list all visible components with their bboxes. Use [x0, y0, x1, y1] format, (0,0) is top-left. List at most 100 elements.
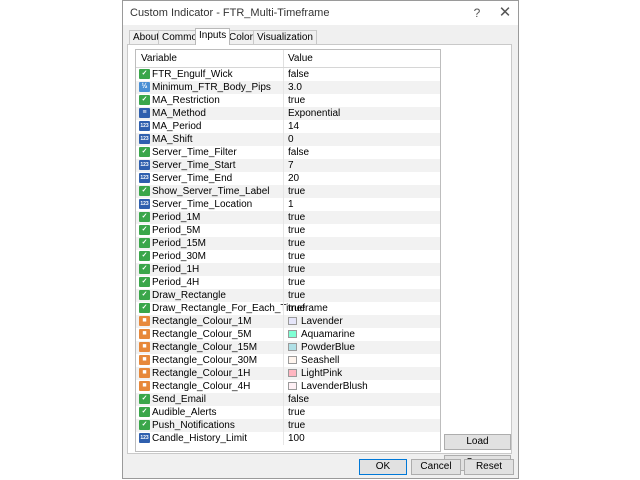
- title-bar: Custom Indicator - FTR_Multi-Timeframe ?…: [123, 1, 518, 25]
- param-row[interactable]: 123 Server_Time_End 20: [136, 172, 440, 185]
- param-row[interactable]: ■ Rectangle_Colour_1M Lavender: [136, 315, 440, 328]
- param-value[interactable]: true: [288, 186, 305, 197]
- param-row[interactable]: ■ Rectangle_Colour_5M Aquamarine: [136, 328, 440, 341]
- param-row[interactable]: ½ Minimum_FTR_Body_Pips 3.0: [136, 81, 440, 94]
- color-swatch[interactable]: [288, 317, 297, 325]
- cell-divider: [283, 393, 284, 406]
- param-row[interactable]: ✓ FTR_Engulf_Wick false: [136, 68, 440, 81]
- param-row[interactable]: ✓ MA_Restriction true: [136, 94, 440, 107]
- color-swatch[interactable]: [288, 356, 297, 364]
- param-row[interactable]: ■ Rectangle_Colour_1H LightPink: [136, 367, 440, 380]
- ok-button[interactable]: OK: [359, 459, 407, 475]
- param-row[interactable]: ✓ Send_Email false: [136, 393, 440, 406]
- param-row[interactable]: ■ Rectangle_Colour_30M Seashell: [136, 354, 440, 367]
- param-value[interactable]: LavenderBlush: [301, 381, 368, 392]
- param-row[interactable]: ■ Rectangle_Colour_4H LavenderBlush: [136, 380, 440, 393]
- param-row[interactable]: ✓ Period_4H true: [136, 276, 440, 289]
- param-value[interactable]: 3.0: [288, 82, 302, 93]
- cell-divider: [283, 354, 284, 367]
- close-button[interactable]: ✕: [493, 4, 517, 22]
- column-divider[interactable]: [283, 50, 284, 67]
- param-value[interactable]: false: [288, 147, 309, 158]
- color-swatch[interactable]: [288, 382, 297, 390]
- param-row[interactable]: ✓ Draw_Rectangle true: [136, 289, 440, 302]
- cell-divider: [283, 198, 284, 211]
- param-value[interactable]: 14: [288, 121, 299, 132]
- color-swatch[interactable]: [288, 330, 297, 338]
- cell-divider: [283, 133, 284, 146]
- cell-divider: [283, 81, 284, 94]
- param-row[interactable]: 123 Server_Time_Location 1: [136, 198, 440, 211]
- int-param-icon: 123: [139, 134, 150, 144]
- param-value[interactable]: true: [288, 420, 305, 431]
- param-value[interactable]: true: [288, 290, 305, 301]
- cell-divider: [283, 302, 284, 315]
- param-row[interactable]: 123 MA_Shift 0: [136, 133, 440, 146]
- load-button[interactable]: Load: [444, 434, 511, 450]
- param-value[interactable]: true: [288, 277, 305, 288]
- help-button[interactable]: ?: [465, 4, 489, 22]
- param-name: Audible_Alerts: [152, 407, 217, 418]
- column-header-variable[interactable]: Variable: [141, 53, 177, 64]
- param-value[interactable]: true: [288, 407, 305, 418]
- param-row[interactable]: ✓ Period_1M true: [136, 211, 440, 224]
- tab-visualization[interactable]: Visualization: [253, 30, 317, 45]
- param-value[interactable]: true: [288, 303, 305, 314]
- param-row[interactable]: 123 Candle_History_Limit 100: [136, 432, 440, 445]
- param-value[interactable]: 7: [288, 160, 294, 171]
- param-name: Rectangle_Colour_4H: [152, 381, 251, 392]
- param-row[interactable]: 123 Server_Time_Start 7: [136, 159, 440, 172]
- param-row[interactable]: ✓ Audible_Alerts true: [136, 406, 440, 419]
- custom-indicator-dialog: Custom Indicator - FTR_Multi-Timeframe ?…: [122, 0, 519, 479]
- param-value[interactable]: true: [288, 225, 305, 236]
- param-row[interactable]: ✓ Period_1H true: [136, 263, 440, 276]
- param-value[interactable]: Aquamarine: [301, 329, 355, 340]
- param-value[interactable]: true: [288, 264, 305, 275]
- color-swatch[interactable]: [288, 343, 297, 351]
- tab-inputs[interactable]: Inputs: [195, 28, 231, 45]
- grid-header: Variable Value: [136, 50, 440, 68]
- param-row[interactable]: ✓ Server_Time_Filter false: [136, 146, 440, 159]
- bool-param-icon: ✓: [139, 238, 150, 248]
- param-row[interactable]: ≡ MA_Method Exponential: [136, 107, 440, 120]
- param-value[interactable]: 0: [288, 134, 294, 145]
- color-param-icon: ■: [139, 329, 150, 339]
- bool-param-icon: ✓: [139, 303, 150, 313]
- int-param-icon: 123: [139, 173, 150, 183]
- param-row[interactable]: ✓ Push_Notifications true: [136, 419, 440, 432]
- column-header-value[interactable]: Value: [288, 53, 313, 64]
- param-value[interactable]: Seashell: [301, 355, 339, 366]
- param-value[interactable]: true: [288, 212, 305, 223]
- cell-divider: [283, 68, 284, 81]
- param-value[interactable]: 20: [288, 173, 299, 184]
- param-row[interactable]: ✓ Show_Server_Time_Label true: [136, 185, 440, 198]
- reset-button[interactable]: Reset: [464, 459, 514, 475]
- param-value[interactable]: false: [288, 394, 309, 405]
- param-value[interactable]: 100: [288, 433, 305, 444]
- cell-divider: [283, 276, 284, 289]
- param-row[interactable]: ✓ Period_5M true: [136, 224, 440, 237]
- param-value[interactable]: LightPink: [301, 368, 342, 379]
- param-value[interactable]: Lavender: [301, 316, 343, 327]
- color-swatch[interactable]: [288, 369, 297, 377]
- param-value[interactable]: true: [288, 251, 305, 262]
- param-value[interactable]: PowderBlue: [301, 342, 355, 353]
- param-row[interactable]: ✓ Draw_Rectangle_For_Each_Timeframe true: [136, 302, 440, 315]
- param-value[interactable]: Exponential: [288, 108, 340, 119]
- param-value[interactable]: 1: [288, 199, 294, 210]
- param-name: Server_Time_Filter: [152, 147, 237, 158]
- param-value[interactable]: true: [288, 95, 305, 106]
- cell-divider: [283, 185, 284, 198]
- param-row[interactable]: ✓ Period_30M true: [136, 250, 440, 263]
- param-value[interactable]: true: [288, 238, 305, 249]
- param-name: Show_Server_Time_Label: [152, 186, 270, 197]
- param-value[interactable]: false: [288, 69, 309, 80]
- param-row[interactable]: ✓ Period_15M true: [136, 237, 440, 250]
- cell-divider: [283, 159, 284, 172]
- bool-param-icon: ✓: [139, 407, 150, 417]
- param-row[interactable]: 123 MA_Period 14: [136, 120, 440, 133]
- param-row[interactable]: ■ Rectangle_Colour_15M PowderBlue: [136, 341, 440, 354]
- cell-divider: [283, 367, 284, 380]
- cancel-button[interactable]: Cancel: [411, 459, 461, 475]
- cell-divider: [283, 432, 284, 445]
